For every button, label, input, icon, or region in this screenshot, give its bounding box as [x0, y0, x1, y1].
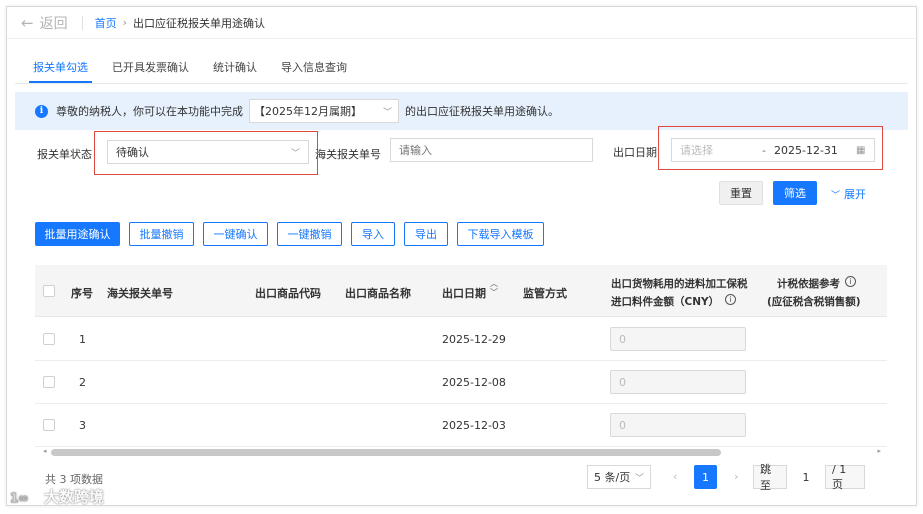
chevron-down-icon: ﹀	[290, 148, 300, 159]
watermark-logo-icon: 1∞	[10, 490, 29, 505]
row-checkbox[interactable]	[43, 376, 55, 388]
page-size-select[interactable]: 5 条/页 ﹀	[587, 465, 651, 489]
calendar-icon: ▦	[855, 144, 866, 156]
row-export-date: 2025-12-03	[442, 419, 506, 432]
col-customs-no: 海关报关单号	[107, 287, 173, 300]
goto-page: 跳至 1 / 1 页	[753, 462, 865, 492]
breadcrumb-current: 出口应征税报关单用途确认	[132, 16, 265, 30]
notice-banner: i 尊敬的纳税人，你可以在本功能中完成 【2025年12月属期】 ﹀ 的出口应征…	[15, 92, 908, 130]
col-amount-line2: 进口料件金额（CNY）	[611, 296, 720, 308]
chevron-down-icon: ﹀	[831, 190, 841, 201]
scroll-left-icon[interactable]: ◂	[43, 447, 47, 455]
one-click-revoke-button[interactable]: 一键撤销	[277, 222, 342, 246]
sort-icon[interactable]: ︿ ﹀	[490, 279, 498, 297]
amount-input[interactable]: 0	[610, 370, 746, 394]
status-label: 报关单状态	[37, 148, 92, 161]
help-icon[interactable]: i	[845, 276, 856, 287]
row-export-date: 2025-12-08	[442, 376, 506, 389]
amount-input[interactable]: 0	[610, 327, 746, 351]
status-select[interactable]: 待确认 ﹀	[107, 140, 309, 164]
date-end-value: 2025-12-31	[773, 143, 838, 157]
customs-no-input[interactable]	[390, 138, 593, 162]
row-seq: 3	[79, 419, 86, 432]
arrow-left-icon: ←	[21, 13, 34, 32]
date-start-placeholder: 请选择	[680, 144, 713, 157]
amount-input[interactable]: 0	[610, 413, 746, 437]
back-label: 返回	[39, 15, 68, 32]
top-bar: ← 返回 首页 › 出口应征税报关单用途确认	[7, 7, 916, 39]
back-button[interactable]: ← 返回	[21, 13, 68, 33]
row-checkbox[interactable]	[43, 333, 55, 345]
one-click-confirm-button[interactable]: 一键确认	[203, 222, 268, 246]
date-range-picker[interactable]: 请选择 - 2025-12-31 ▦	[671, 138, 875, 162]
watermark: 1∞ 大数跨境	[10, 486, 104, 507]
total-count: 共 3 项数据	[45, 473, 103, 486]
svg-text:1∞: 1∞	[10, 491, 28, 505]
goto-label: 跳至	[760, 463, 771, 492]
batch-confirm-button[interactable]: 批量用途确认	[35, 222, 120, 246]
tab-declaration-select[interactable]: 报关单勾选	[21, 59, 100, 83]
breadcrumb-home[interactable]: 首页	[95, 15, 117, 31]
col-product-code: 出口商品代码	[255, 287, 321, 300]
col-product-name: 出口商品名称	[345, 287, 411, 300]
download-template-button[interactable]: 下载导入模板	[457, 222, 544, 246]
row-export-date: 2025-12-29	[442, 333, 506, 346]
tabs-divider	[15, 83, 908, 84]
batch-revoke-button[interactable]: 批量撤销	[129, 222, 194, 246]
watermark-text: 大数跨境	[44, 488, 105, 506]
tab-invoiced-confirm[interactable]: 已开具发票确认	[100, 59, 201, 83]
chevron-down-icon: ﹀	[634, 473, 644, 484]
period-select[interactable]: 【2025年12月属期】 ﹀	[249, 99, 399, 123]
chevron-down-icon: ﹀	[382, 107, 392, 118]
period-value: 【2025年12月属期】	[254, 105, 362, 118]
app-window: ← 返回 首页 › 出口应征税报关单用途确认 报关单勾选 已开具发票确认 统计确…	[6, 6, 917, 506]
col-export-date[interactable]: 出口日期	[442, 285, 486, 301]
expand-toggle[interactable]: ﹀ 展开	[831, 186, 866, 202]
expand-label: 展开	[844, 188, 867, 201]
row-seq: 2	[79, 376, 86, 389]
status-value: 待确认	[116, 146, 149, 159]
col-supervision: 监管方式	[523, 287, 567, 300]
tab-bar: 报关单勾选 已开具发票确认 统计确认 导入信息查询	[21, 59, 359, 83]
table-row: 2 2025-12-08 0	[35, 361, 887, 404]
reset-button[interactable]: 重置	[719, 181, 763, 205]
goto-input[interactable]: 1	[785, 465, 826, 489]
scroll-right-icon[interactable]: ▸	[877, 447, 881, 455]
date-separator: -	[762, 143, 766, 157]
notice-prefix: 尊敬的纳税人，你可以在本功能中完成	[56, 105, 243, 118]
date-label: 出口日期	[613, 146, 657, 159]
table-row: 1 2025-12-29 0	[35, 318, 887, 361]
col-amount-line1: 出口货物耗用的进料加工保税	[611, 278, 748, 290]
table-row: 3 2025-12-03 0	[35, 404, 887, 447]
horizontal-scrollbar[interactable]: ◂ ▸	[43, 447, 881, 457]
col-seq: 序号	[71, 287, 93, 300]
col-basis-line2: (应征税含税销售额)	[767, 296, 861, 308]
help-icon[interactable]: i	[725, 294, 736, 305]
row-seq: 1	[79, 333, 86, 346]
prev-page-icon[interactable]: ‹	[673, 470, 677, 483]
export-button[interactable]: 导出	[404, 222, 448, 246]
tab-import-query[interactable]: 导入信息查询	[269, 59, 359, 83]
tab-statistics-confirm[interactable]: 统计确认	[201, 59, 269, 83]
divider	[81, 15, 83, 30]
select-all-checkbox[interactable]	[43, 285, 55, 297]
page-size-value: 5 条/页	[594, 471, 631, 484]
table-header: 序号 海关报关单号 出口商品代码 出口商品名称 出口日期 ︿ ﹀ 监管方式 出口货…	[35, 265, 887, 317]
customs-label: 海关报关单号	[315, 148, 381, 161]
scrollbar-thumb[interactable]	[51, 449, 721, 456]
search-button[interactable]: 筛选	[773, 181, 817, 205]
import-button[interactable]: 导入	[351, 222, 395, 246]
col-basis-line1: 计税依据参考	[777, 278, 840, 290]
notice-suffix: 的出口应征税报关单用途确认。	[405, 105, 559, 118]
total-pages: / 1 页	[832, 462, 847, 491]
page-button-current[interactable]: 1	[694, 465, 717, 489]
info-icon: i	[35, 104, 48, 118]
next-page-icon[interactable]: ›	[734, 470, 738, 483]
breadcrumb-separator: ›	[122, 16, 127, 29]
row-checkbox[interactable]	[43, 419, 55, 431]
